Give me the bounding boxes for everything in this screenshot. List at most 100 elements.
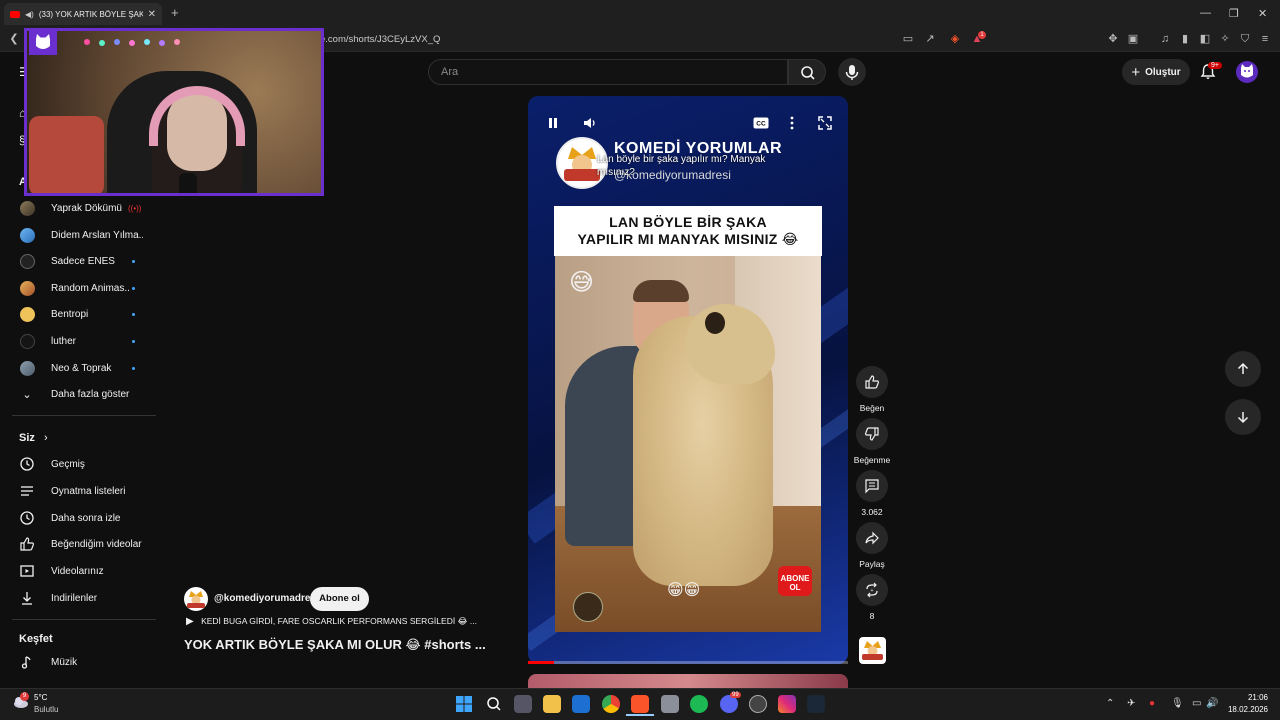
spotify-icon[interactable] [690, 695, 708, 713]
subscribe-button[interactable]: Abone ol [310, 587, 369, 611]
screenshot-icon[interactable]: ▣ [1126, 32, 1140, 46]
search-input[interactable]: Ara [428, 59, 788, 85]
led-lights [84, 39, 180, 46]
sidebar-sub-luther[interactable]: luther [0, 328, 156, 354]
display-icon[interactable]: ▭ [1192, 698, 1201, 709]
video-icon [19, 563, 35, 579]
tray-app-icon[interactable]: ● [1149, 698, 1155, 709]
tray-overflow-icon[interactable]: ⌃ [1106, 698, 1114, 709]
restore-icon[interactable]: ❐ [1229, 7, 1239, 20]
sidebar-show-more[interactable]: ⌄ Daha fazla göster [0, 381, 156, 407]
sidebar-item-your-videos[interactable]: Videolarınız [0, 558, 156, 584]
browser-tab[interactable]: ◀) (33) YOK ARTIK BÖYLE ŞAKA ✕ [4, 3, 162, 25]
channel-avatar [19, 200, 35, 216]
sound-source-thumbnail[interactable] [859, 637, 886, 664]
file-explorer-icon[interactable] [543, 695, 561, 713]
arrow-up-icon [1237, 362, 1249, 374]
sidebar-item-music[interactable]: Müzik [0, 649, 156, 675]
sidebar-toggle-icon[interactable]: ▮ [1178, 32, 1192, 46]
menu-icon[interactable]: ≡ [1258, 32, 1272, 46]
laughing-emoji-icon: 😅 [569, 269, 595, 296]
comments-button[interactable]: 3.062 [852, 470, 892, 517]
start-button[interactable] [455, 695, 473, 713]
plus-icon: + [1131, 63, 1141, 81]
install-app-icon[interactable]: ▭ [901, 32, 915, 46]
channel-avatar [19, 253, 35, 269]
next-short-button[interactable] [1225, 399, 1261, 435]
sidebar-item-playlists[interactable]: Oynatma listeleri [0, 478, 156, 504]
captions-button[interactable]: CC [752, 114, 770, 132]
channel-avatar [19, 227, 35, 243]
volume-button[interactable] [581, 114, 599, 132]
dislike-button[interactable]: Beğenme [852, 418, 892, 465]
live-icon: ((•)) [128, 203, 142, 213]
sidebar-sub-enes[interactable]: Sadece ENES [0, 248, 156, 274]
sidebar-item-downloads[interactable]: İndirilenler [0, 585, 156, 611]
minimize-icon[interactable]: — [1200, 7, 1211, 19]
new-tab-button[interactable]: + [171, 5, 179, 20]
brave-icon[interactable] [631, 695, 649, 713]
sidebar-item-watch-later[interactable]: Daha sonra izle [0, 505, 156, 531]
channel-avatar[interactable] [184, 587, 208, 611]
tab-close-icon[interactable]: ✕ [148, 9, 156, 20]
pause-button[interactable] [544, 114, 562, 132]
sidebar-item-history[interactable]: Geçmiş [0, 451, 156, 477]
youtube-favicon-icon [10, 10, 20, 18]
next-short-preview[interactable] [528, 674, 848, 688]
active-app-indicator [626, 714, 654, 716]
wallet-icon[interactable]: ◧ [1198, 32, 1212, 46]
volume-icon [584, 118, 595, 128]
sound-link[interactable]: ▶ KEDİ BUGA GİRDİ, FARE OSCARLIK PERFORM… [186, 616, 477, 627]
video-progress-fill [528, 661, 554, 664]
sidebar-sub-neo[interactable]: Neo & Toprak [0, 355, 156, 381]
channel-handle-link[interactable]: @komediyorumadresi [214, 593, 319, 604]
sidebar-item-liked[interactable]: Beğendiğim videolar [0, 531, 156, 557]
brave-shield-icon[interactable]: ◈ [948, 32, 962, 46]
vpn-icon[interactable]: ⛉ [1238, 32, 1252, 46]
clock-time[interactable]: 21:06 [1236, 693, 1268, 702]
share-button[interactable]: Paylaş [852, 522, 892, 569]
task-view-icon[interactable] [514, 695, 532, 713]
video-progress-bar[interactable] [528, 661, 848, 664]
back-icon[interactable]: ❮ [7, 32, 21, 46]
tray-app-icon[interactable]: ✈ [1127, 698, 1135, 709]
account-avatar[interactable] [1236, 61, 1258, 83]
remix-button[interactable]: + 8 [852, 574, 892, 621]
sidebar-sub-bentropi[interactable]: Bentropi [0, 301, 156, 327]
weather-temperature: 5°C [34, 693, 48, 702]
more-options-button[interactable] [783, 114, 801, 132]
create-button[interactable]: + Oluştur [1122, 59, 1190, 85]
sidebar-sub-didem[interactable]: Didem Arslan Yılma... [0, 222, 156, 248]
search-icon [801, 66, 815, 80]
window-close-icon[interactable]: ✕ [1258, 7, 1267, 20]
share-page-icon[interactable]: ↗ [923, 32, 937, 46]
you-heading[interactable]: Siz › [19, 432, 48, 444]
like-button[interactable]: Beğen [852, 366, 892, 413]
steam-icon[interactable] [807, 695, 825, 713]
channel-avatar [19, 333, 35, 349]
instagram-icon[interactable] [778, 695, 796, 713]
video-title: YOK ARTIK BÖYLE ŞAKA MI OLUR 😂 #shorts .… [184, 637, 486, 652]
media-icon[interactable]: ♫ [1158, 32, 1172, 46]
previous-short-button[interactable] [1225, 351, 1261, 387]
address-bar[interactable]: e.com/shorts/J3CEyLzVX_Q [320, 31, 990, 49]
mail-icon[interactable] [572, 695, 590, 713]
speaker-icon: ◀) [25, 9, 34, 19]
search-button[interactable] [788, 59, 826, 85]
voice-search-button[interactable] [838, 58, 866, 86]
thumbs-up-icon [865, 375, 879, 389]
volume-tray-icon[interactable]: 🔊 [1206, 698, 1218, 709]
sidebar-sub-random[interactable]: Random Animas... [0, 275, 156, 301]
clock-date[interactable]: 18.02.2026 [1226, 705, 1268, 714]
sidebar-sub-yaprak[interactable]: Yaprak Dökümü ((•)) [0, 195, 156, 221]
taskbar-search-button[interactable] [485, 695, 503, 713]
app-icon[interactable] [661, 695, 679, 713]
leo-ai-icon[interactable]: ✧ [1218, 32, 1232, 46]
chevron-down-icon: ⌄ [22, 388, 32, 401]
extensions-icon[interactable]: ✥ [1106, 32, 1120, 46]
jester-logo-icon [862, 641, 883, 660]
obs-icon[interactable] [749, 695, 767, 713]
chrome-icon[interactable] [602, 695, 620, 713]
mic-tray-icon[interactable]: 🎙 [1171, 698, 1184, 709]
fullscreen-button[interactable] [816, 114, 834, 132]
